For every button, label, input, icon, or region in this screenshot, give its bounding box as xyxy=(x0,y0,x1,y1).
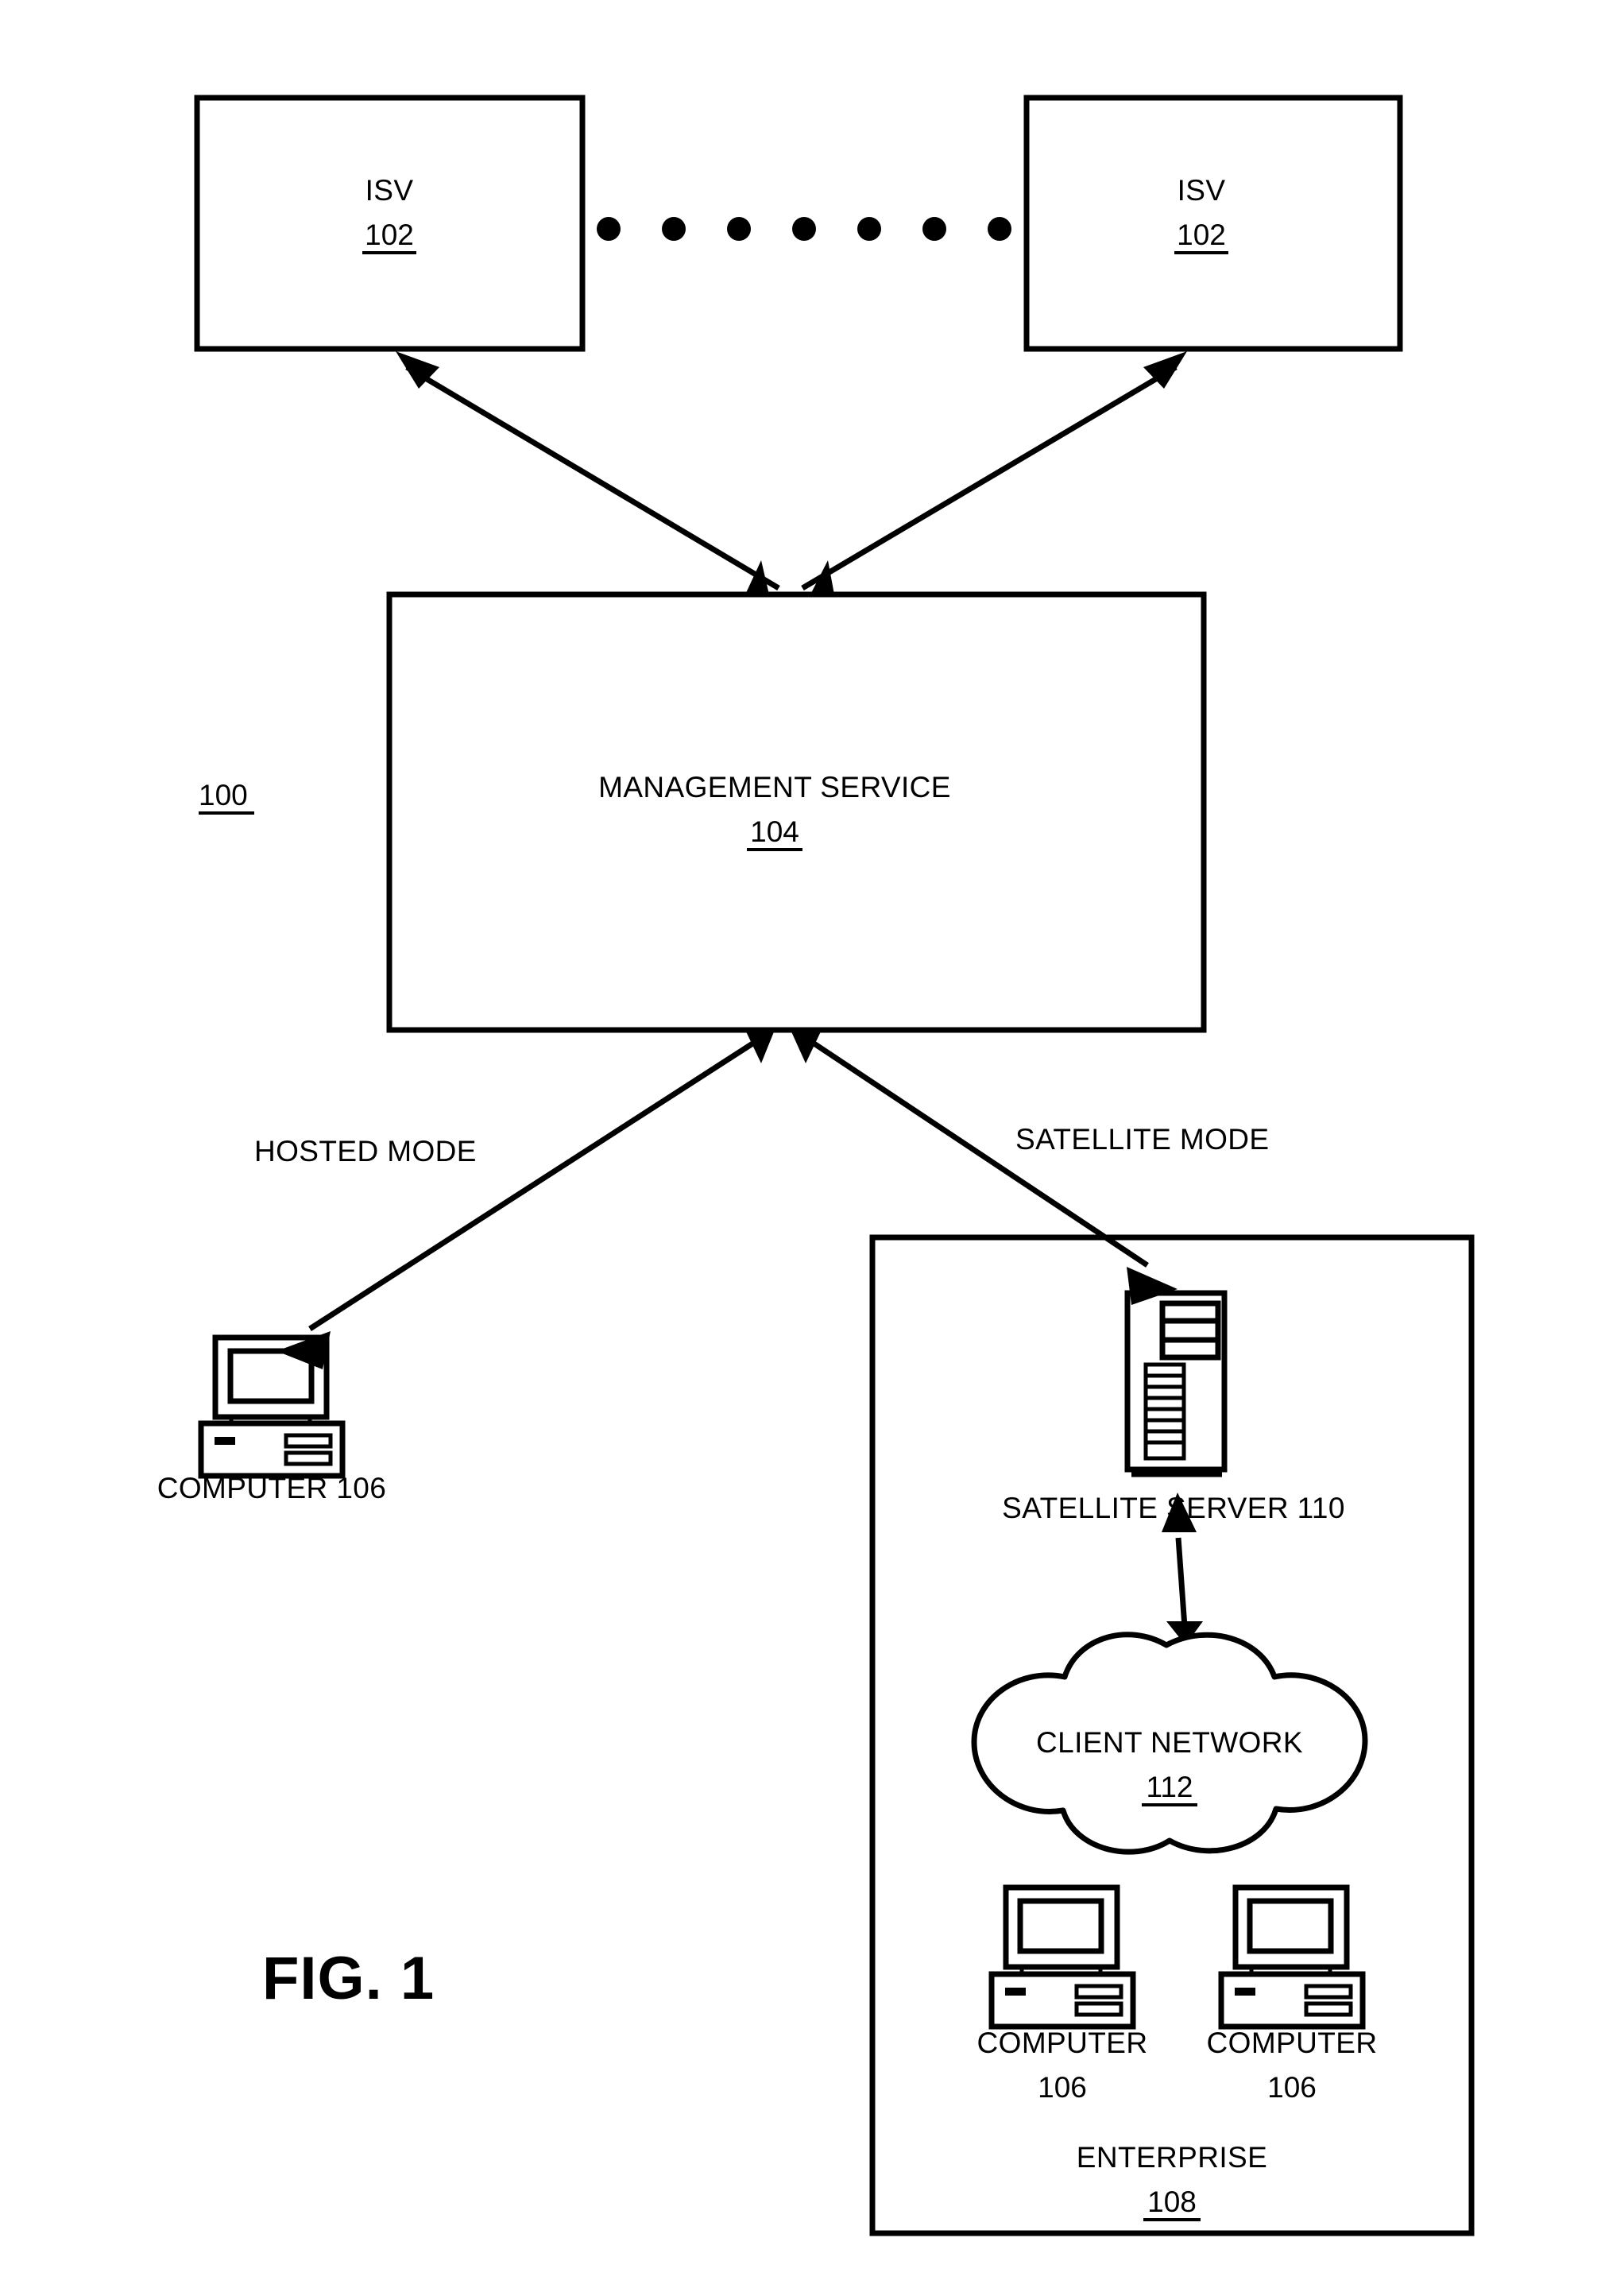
management-service-ref: 104 xyxy=(750,815,799,848)
ellipsis-dot xyxy=(857,217,881,241)
system-ref-label: 100 xyxy=(199,779,248,811)
client-network-node: CLIENT NETWORK 112 xyxy=(971,1632,1368,1855)
hosted-mode-label: HOSTED MODE xyxy=(254,1135,477,1167)
ellipsis-dot xyxy=(597,217,621,241)
desktop-computer-icon xyxy=(988,1884,1136,2030)
isv-left-ref: 102 xyxy=(365,219,414,251)
patent-figure-1: ISV 102 ISV 102 MANAGEMENT SERVICE 104 1… xyxy=(0,0,1601,2296)
hosted-computer-label: COMPUTER 106 xyxy=(157,1472,387,1504)
isv-left-node: ISV 102 xyxy=(194,95,586,352)
hosted-computer-node: COMPUTER 106 xyxy=(157,1334,387,1504)
figure-caption: FIG. 1 xyxy=(262,1945,435,2012)
arrowheads-into-management-service xyxy=(745,560,834,594)
management-service-node: MANAGEMENT SERVICE 104 xyxy=(386,591,1207,1033)
ellipsis-dot xyxy=(662,217,686,241)
satellite-mode-label: SATELLITE MODE xyxy=(1015,1123,1270,1156)
system-reference-100: 100 xyxy=(199,779,254,815)
arrow-management-to-isv-left xyxy=(396,351,780,591)
enterprise-computer-2-label-line2: 106 xyxy=(1267,2071,1317,2104)
enterprise-computer-2-node: COMPUTER 106 xyxy=(1207,1884,1378,2104)
ellipsis-dot xyxy=(792,217,816,241)
enterprise-computer-2-label-line1: COMPUTER xyxy=(1207,2027,1378,2059)
ellipsis-dot xyxy=(988,217,1011,241)
isv-right-title: ISV xyxy=(1178,174,1226,207)
isv-right-ref: 102 xyxy=(1177,219,1226,251)
enterprise-ref: 108 xyxy=(1147,2186,1197,2218)
enterprise-title: ENTERPRISE xyxy=(1077,2141,1267,2174)
connector-hosted-mode: HOSTED MODE xyxy=(254,1039,758,1369)
ellipsis-dot xyxy=(727,217,751,241)
arrowheads-into-management-service-bottom xyxy=(745,1030,822,1063)
satellite-server-node: SATELLITE SERVER 110 xyxy=(1002,1290,1344,1524)
enterprise-computer-1-label-line2: 106 xyxy=(1038,2071,1087,2104)
isv-left-title: ISV xyxy=(365,174,414,207)
desktop-computer-icon xyxy=(1218,1884,1366,2030)
enterprise-computer-1-label-line1: COMPUTER xyxy=(977,2027,1148,2059)
arrowhead-down-right xyxy=(810,560,834,594)
isv-right-node: ISV 102 xyxy=(1023,95,1403,352)
arrow-management-to-isv-right xyxy=(801,351,1187,591)
management-service-box xyxy=(386,591,1207,1033)
connector-satellite-mode: SATELLITE MODE xyxy=(809,1039,1270,1305)
client-network-title: CLIENT NETWORK xyxy=(1036,1726,1303,1759)
isv-ellipsis-dots xyxy=(597,217,1011,241)
enterprise-computer-1-node: COMPUTER 106 xyxy=(977,1884,1148,2104)
ellipsis-dot xyxy=(922,217,946,241)
arrowhead-to-satellite-server xyxy=(1127,1267,1178,1305)
server-tower-icon xyxy=(1124,1290,1228,1477)
management-service-title: MANAGEMENT SERVICE xyxy=(598,771,951,803)
client-network-ref: 112 xyxy=(1147,1771,1193,1803)
diagram-canvas: ISV 102 ISV 102 MANAGEMENT SERVICE 104 1… xyxy=(157,95,1475,2236)
